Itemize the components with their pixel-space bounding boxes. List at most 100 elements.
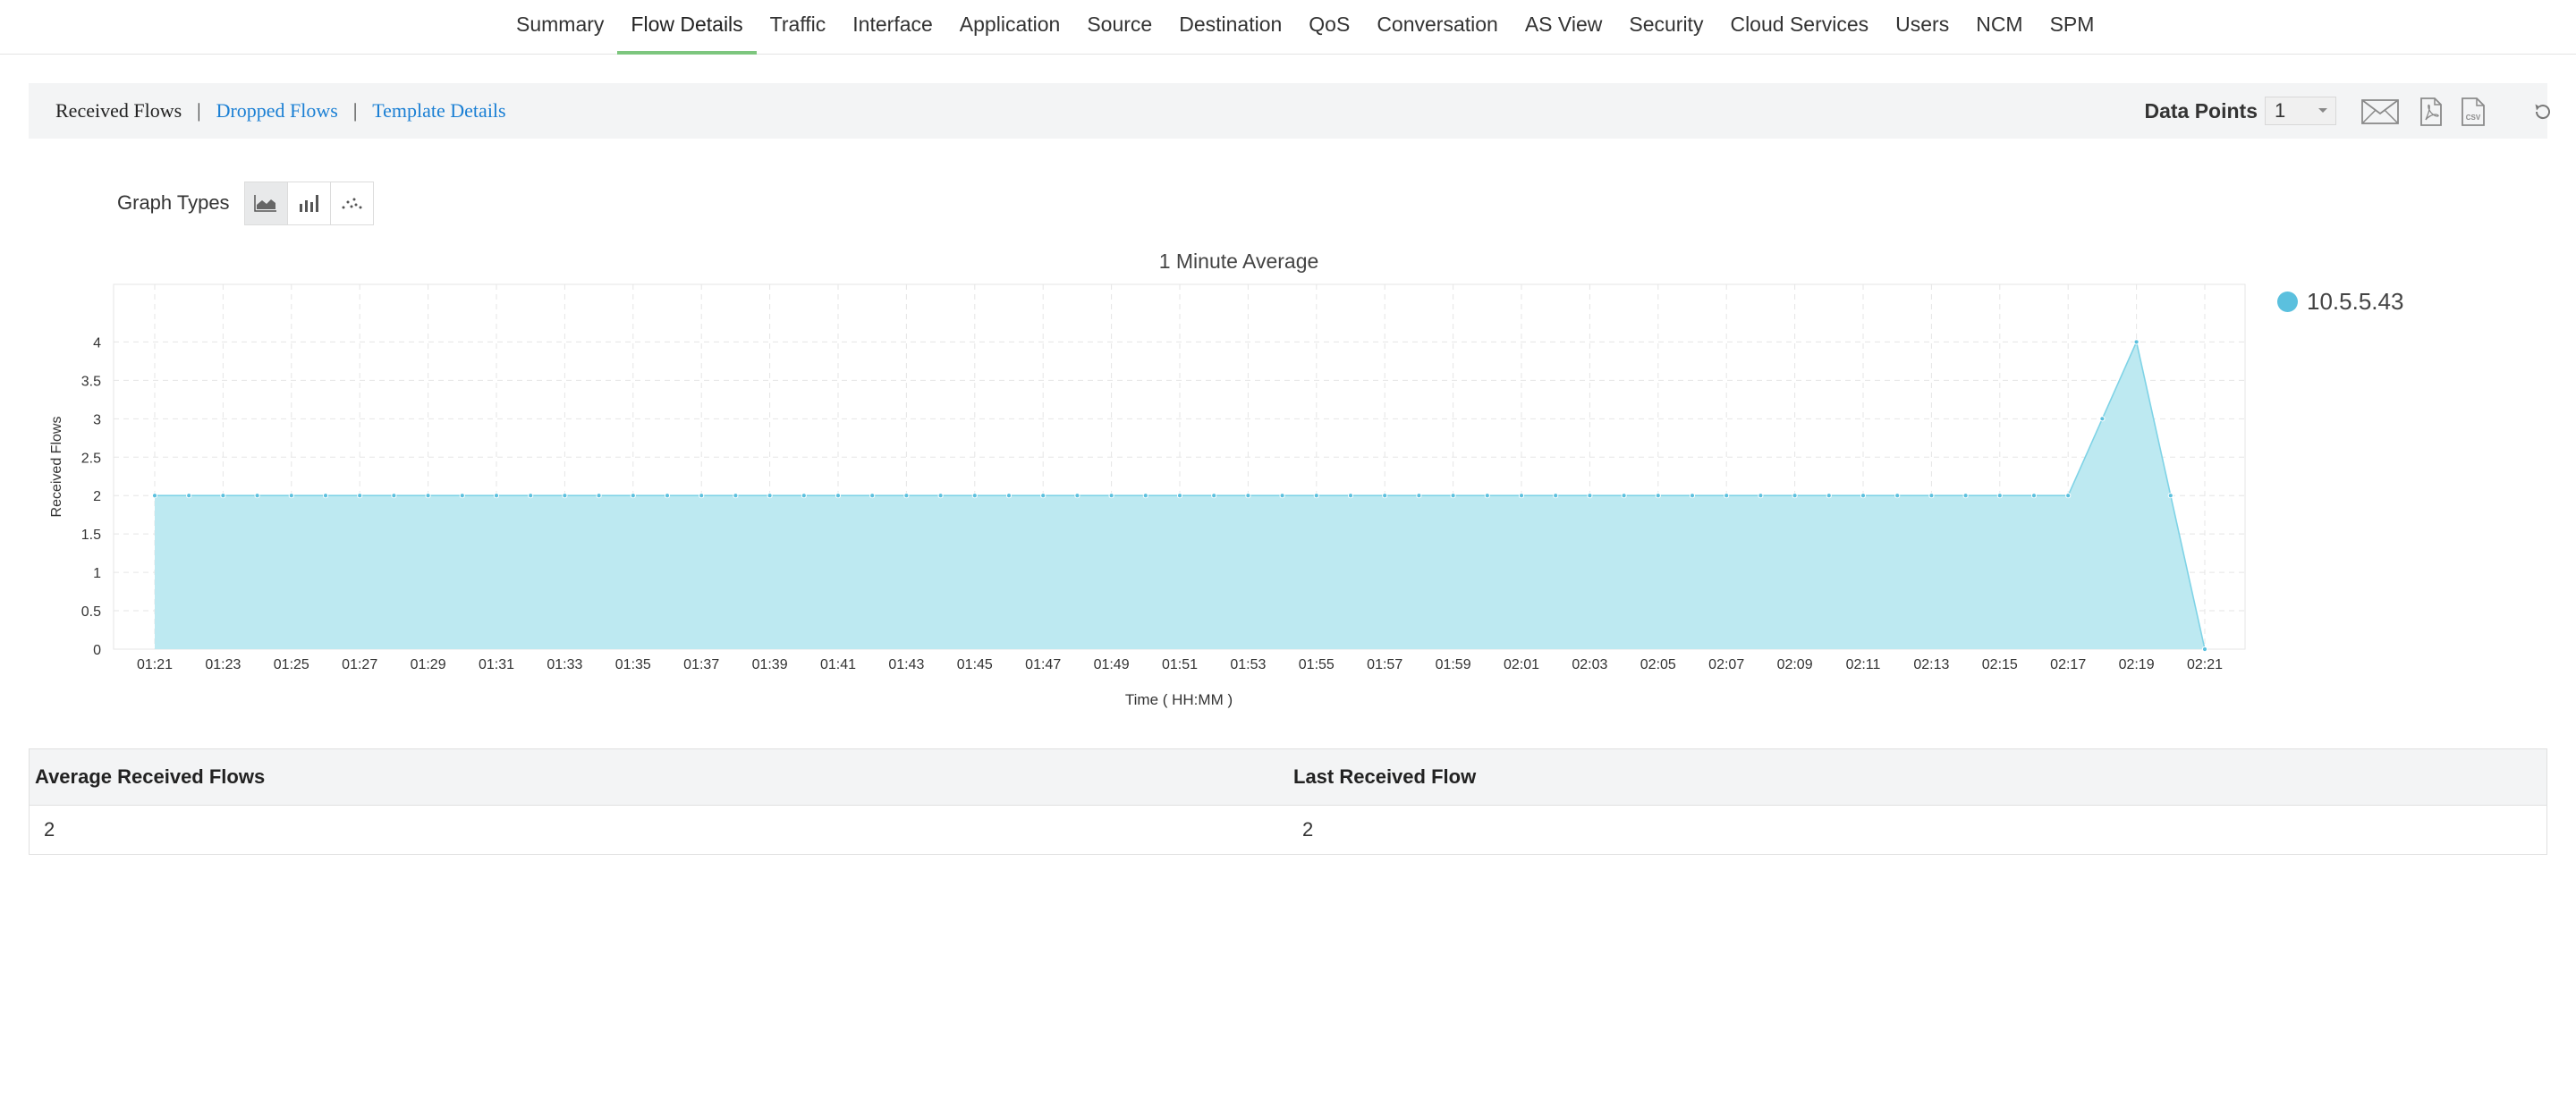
tab-destination[interactable]: Destination [1165,0,1295,54]
x-tick-label: 01:23 [205,657,241,672]
data-point [664,493,671,499]
tab-spm[interactable]: SPM [2037,0,2108,54]
data-point [596,493,602,499]
tab-received-flows[interactable]: Received Flows [55,99,182,123]
legend-label: 10.5.5.43 [2307,288,2404,315]
data-point [1279,493,1285,499]
data-point [937,493,944,499]
x-tick-label: 01:47 [1025,657,1061,672]
y-axis-label: Received Flows [49,417,64,518]
tab-summary[interactable]: Summary [503,0,617,54]
tab-ncm[interactable]: NCM [1962,0,2036,54]
data-point [733,493,739,499]
main-tabs: Summary Flow Details Traffic Interface Appli… [503,0,2108,55]
data-point [1450,493,1456,499]
data-points-select[interactable]: 1 [2265,97,2336,125]
x-tick-label: 01:33 [547,657,582,672]
data-point [1108,493,1114,499]
header-last-received-flow: Last Received Flow [1293,765,1477,788]
summary-table: Average Received Flows Last Received Flo… [29,748,2547,855]
graph-types: Graph Types [117,181,374,225]
y-tick-label: 2 [93,489,101,504]
data-point [2167,493,2174,499]
data-point [288,493,294,499]
last-received-flow-value: 2 [1302,818,1314,841]
y-tick-label: 0 [93,643,101,658]
y-tick-label: 2.5 [81,451,101,466]
scatter-chart-icon[interactable] [330,182,373,224]
data-point [801,493,807,499]
chart-title: 1 Minute Average [1159,249,1319,273]
data-point [1928,493,1935,499]
tab-security[interactable]: Security [1615,0,1716,54]
data-point [1245,493,1251,499]
separator: | [197,99,201,122]
tab-interface[interactable]: Interface [839,0,946,54]
tab-dropped-flows[interactable]: Dropped Flows [216,99,338,123]
data-point [630,493,636,499]
x-axis-label: Time ( HH:MM ) [1125,691,1233,708]
flow-subheader: Received Flows | Dropped Flows | Templat… [29,83,2550,139]
chevron-down-icon [2310,97,2335,124]
data-points-control: Data Points 1 [2144,83,2336,139]
data-point [1005,493,1013,499]
data-point [1553,493,1559,499]
graph-types-label: Graph Types [117,191,230,214]
data-point [1655,493,1661,499]
data-point [1724,493,1730,499]
tab-cloud-services[interactable]: Cloud Services [1716,0,1882,54]
bar-chart-icon[interactable] [287,182,331,224]
refresh-icon[interactable] [2529,96,2556,128]
mail-icon[interactable] [2360,96,2401,128]
data-point [459,493,465,499]
x-tick-label: 01:57 [1367,657,1402,672]
x-tick-label: 01:35 [615,657,651,672]
tab-users[interactable]: Users [1882,0,1962,54]
data-point [1347,493,1354,499]
data-point [835,493,842,499]
x-tick-label: 01:41 [820,657,856,672]
x-tick-label: 02:17 [2050,657,2086,672]
x-tick-label: 01:39 [752,657,788,672]
data-point [1416,493,1422,499]
data-point [2201,646,2208,653]
data-point [1176,493,1183,499]
x-tick-label: 01:29 [411,657,446,672]
graph-type-toggle [243,181,374,225]
top-navigation: Summary Flow Details Traffic Interface Appli… [0,0,2576,55]
data-point [425,493,431,499]
x-tick-label: 02:05 [1640,657,1676,672]
data-point [971,493,978,499]
data-point [391,493,397,499]
area-chart-icon[interactable] [244,182,288,224]
x-tick-label: 01:25 [274,657,309,672]
tab-qos[interactable]: QoS [1295,0,1363,54]
data-point [322,493,329,499]
tab-traffic[interactable]: Traffic [757,0,840,54]
tab-source[interactable]: Source [1073,0,1165,54]
tab-as-view[interactable]: AS View [1512,0,1616,54]
data-point [186,493,192,499]
pdf-icon[interactable] [2417,96,2445,128]
flow-subtabs: Received Flows | Dropped Flows | Templat… [55,83,506,139]
data-point [1621,493,1627,499]
x-tick-label: 02:03 [1572,657,1607,672]
data-point [869,493,876,499]
tab-conversation[interactable]: Conversation [1363,0,1512,54]
y-tick-label: 0.5 [81,604,101,620]
separator: | [352,99,358,122]
data-points-label: Data Points [2144,98,2258,123]
data-point [1689,493,1696,499]
tab-template-details[interactable]: Template Details [372,99,505,123]
tab-flow-details[interactable]: Flow Details [617,0,757,55]
chart-legend-item[interactable]: 10.5.5.43 [2277,288,2403,316]
csv-icon[interactable]: CSV [2458,96,2488,128]
data-point [1860,493,1867,499]
x-tick-label: 01:37 [683,657,719,672]
x-tick-label: 01:55 [1299,657,1335,672]
tab-application[interactable]: Application [946,0,1074,54]
data-point [767,493,773,499]
data-point [528,493,534,499]
y-tick-label: 4 [93,335,101,351]
average-received-flows-value: 2 [44,818,55,841]
